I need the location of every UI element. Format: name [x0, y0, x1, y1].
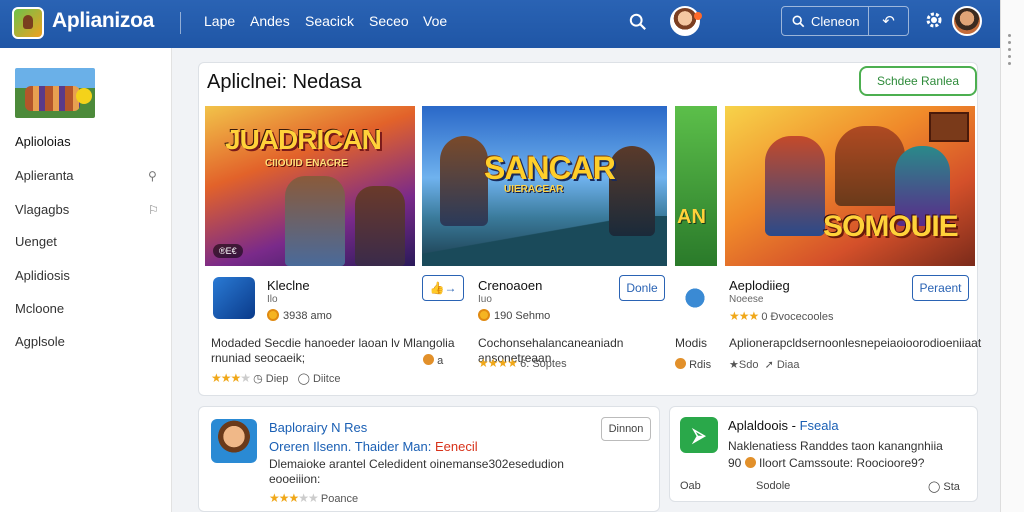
app-description: Naklenatiess Randdes taon kanangnhiia	[728, 439, 943, 453]
pin-icon[interactable]: ⚲	[148, 169, 157, 183]
game-banner-1[interactable]: JUADRICAN CIIOUID ENACRE ®E€	[205, 106, 415, 266]
app-subtitle: Oreren Ilsenn. Thaider Man: Eenecil	[269, 439, 478, 454]
download-button[interactable]: Donle	[619, 275, 665, 301]
profile-avatar[interactable]	[670, 6, 702, 36]
app-title[interactable]: Aplaldoois - Fseala	[728, 418, 839, 433]
app-icon-green[interactable]: ⮚	[680, 417, 718, 453]
app-description: Aplionerapcldsernoonlesnepeiaoioorodioen…	[729, 336, 982, 350]
app-rating: ★★★★★ Poance	[269, 491, 359, 505]
app-name[interactable]: Kleclne	[267, 278, 310, 293]
gear-icon[interactable]	[924, 10, 944, 30]
app-details: 90 Iloort Camssoute: Roocioore9?	[728, 456, 925, 470]
action-button[interactable]: Dinnon	[601, 417, 651, 441]
app-side-label: Rdis	[675, 358, 711, 371]
bookmark-icon[interactable]: ⚐	[148, 203, 159, 217]
sign-decoration	[929, 112, 969, 142]
app-side-label: Modis	[675, 336, 708, 350]
top-bar: Aplianizoa Lape Andes Seacick Seceo Voe …	[0, 0, 1000, 48]
character-figure	[440, 136, 488, 226]
payment-button[interactable]: Peraent	[912, 275, 969, 301]
sidebar-item-7[interactable]: Agplsole	[15, 334, 65, 349]
coin-icon	[478, 309, 490, 321]
banner-title: AN	[677, 206, 706, 228]
nav-link-3[interactable]: Seacick	[305, 13, 354, 29]
featured-section: Apliclnei: Nedasa Schdee Ranlea JUADRICA…	[198, 62, 982, 396]
stars: ★★★★	[478, 356, 518, 370]
app-rating: ★★★★ ◷ Diep ◯ Diitce	[211, 371, 341, 385]
banner-subtitle: CIIOUID ENACRE	[265, 158, 348, 169]
sidebar-item-2[interactable]: Aplieranta	[15, 168, 74, 183]
app-rating: ★Sdo ➚ Diaa	[729, 359, 800, 371]
nav-link-5[interactable]: Voe	[423, 13, 447, 29]
character-figure	[609, 146, 655, 236]
more-dots-icon[interactable]	[1008, 30, 1018, 69]
app-promo-card: ⮚ Aplaldoois - Fseala Naklenatiess Randd…	[669, 406, 978, 502]
arrow-icon: ↶	[882, 13, 895, 30]
hero-figure	[765, 136, 825, 236]
hero-figure	[285, 176, 345, 266]
app-description: Dlemaioke arantel Celedident oinemanse30…	[269, 457, 564, 486]
hero-figure	[355, 186, 405, 266]
nav-link-4[interactable]: Seceo	[369, 13, 409, 29]
stars: ★★★	[269, 491, 299, 505]
banner-title: JUADRICAN	[225, 124, 382, 155]
game-banner-3[interactable]: AN	[675, 106, 717, 266]
app-icon-3[interactable]	[676, 279, 714, 317]
banner-tag: ®E€	[213, 244, 243, 258]
section-title: Apliclnei: Nedasa	[207, 71, 362, 93]
search-icon	[792, 15, 805, 27]
reaction-icon[interactable]: a	[423, 354, 443, 367]
sidebar: Aplioloias Aplieranta ⚲ Vlagagbs ⚐ Uenge…	[0, 48, 172, 512]
app-name[interactable]: Crenoaoen	[478, 278, 542, 293]
sidebar-item-6[interactable]: Mcloone	[15, 301, 64, 316]
schedule-button[interactable]: Schdee Ranlea	[859, 66, 977, 96]
right-scroll-strip[interactable]	[1000, 0, 1024, 512]
sidebar-item-4[interactable]: Uenget	[15, 234, 57, 249]
app-developer: Noeese	[729, 294, 764, 305]
share-icon: ➚	[764, 359, 774, 371]
stars: ★★★	[211, 371, 241, 385]
header-search-button[interactable]: Cleneon	[781, 6, 869, 36]
sidebar-item-1[interactable]: Aplioloias	[15, 134, 71, 149]
footer-link[interactable]: ◯ Sta	[928, 480, 960, 493]
app-rating-summary: ★★★ 0 Đvocecooles	[729, 309, 834, 323]
footer-label: Sodole	[756, 480, 791, 492]
banner-title: SOMOUIE	[823, 210, 959, 243]
game-banner-2[interactable]: SANCAR UIERACEAR	[422, 106, 667, 266]
app-name[interactable]: Aeplodiieg	[729, 278, 790, 293]
coin-icon	[267, 309, 279, 321]
app-coins: 190 Sehmo	[478, 309, 550, 322]
app-icon-1[interactable]	[213, 277, 255, 319]
sidebar-item-3[interactable]: Vlagagbs	[15, 202, 69, 217]
banner-subtitle: UIERACEAR	[504, 184, 564, 195]
header-search-label: Cleneon	[811, 13, 860, 29]
navigate-back-button[interactable]: ↶	[869, 6, 909, 36]
app-logo-icon[interactable]	[12, 7, 44, 39]
nav-link-1[interactable]: Lape	[204, 13, 235, 29]
user-avatar[interactable]	[952, 6, 982, 36]
sidebar-featured-thumbnail[interactable]	[15, 68, 95, 118]
nav-link-2[interactable]: Andes	[250, 13, 290, 29]
clock-icon: ◷	[253, 373, 263, 385]
comment-icon: ◯	[297, 373, 310, 385]
game-banner-4[interactable]: SOMOUIE	[725, 106, 975, 266]
app-thumbnail[interactable]	[211, 419, 257, 463]
app-title-link[interactable]: Baplorairy N Res	[269, 420, 367, 435]
app-list-card: Baplorairy N Res Oreren Ilsenn. Thaider …	[198, 406, 660, 512]
app-coins: 3938 amo	[267, 309, 332, 322]
app-developer: Ilo	[267, 294, 278, 305]
app-developer: Iuo	[478, 294, 492, 305]
app-rating: ★★★★ 6: Soptes	[478, 356, 567, 370]
header-divider	[180, 12, 181, 34]
banner-title: SANCAR	[484, 150, 616, 186]
sidebar-item-5[interactable]: Aplidiosis	[15, 268, 70, 283]
footer-label: Oab	[680, 480, 701, 492]
app-title: Aplianizoa	[52, 9, 155, 32]
stars: ★★★	[729, 309, 759, 323]
circle-icon: ◯	[928, 481, 941, 493]
search-icon[interactable]	[629, 13, 647, 31]
like-button[interactable]: 👍→	[422, 275, 464, 301]
